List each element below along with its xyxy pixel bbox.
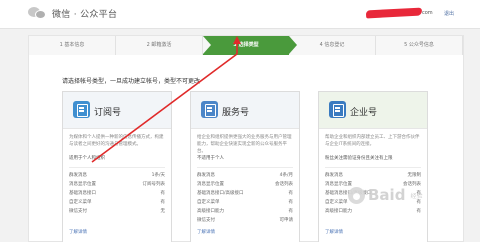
feature-name: 微信支付 — [69, 209, 87, 214]
feature-name: 基础消息接口 — [69, 191, 96, 196]
feature-value: 订阅号列表 — [142, 182, 166, 187]
card-service[interactable]: 服务号 给企业和组织提供更强大的业务服务与用户管理能力，帮助企业快速实现全新的公… — [190, 91, 300, 242]
step-progress: 1 基本信息 2 邮箱激活 3 选择类型 4 信息登记 5 公众号信息 — [29, 36, 463, 55]
username-suffix: com — [422, 10, 433, 16]
redacted-username — [365, 7, 423, 19]
feature-value: 会话列表 — [275, 182, 293, 187]
card-description: 为媒体和个人提供一种新的信息传播方式，构建与读者之间更好的沟通与管理模式。 — [69, 135, 164, 147]
feature-name: 消息显示位置 — [197, 182, 224, 187]
feature-row: 微信支付 无 — [69, 208, 165, 216]
card-title: 企业号 — [350, 108, 378, 118]
baidu-watermark: Baid 经验 — [348, 186, 422, 204]
step-account-info: 5 公众号信息 — [376, 36, 463, 55]
card-suitability: 适用于个人和组织 — [69, 156, 105, 161]
card-subscription[interactable]: 订阅号 为媒体和个人提供一种新的信息传播方式，构建与读者之间更好的沟通与管理模式… — [62, 91, 172, 242]
watermark-sub: 经验 — [410, 192, 423, 200]
feature-row: 消息显示位置 订阅号列表 — [69, 181, 165, 189]
paw-icon — [348, 186, 365, 204]
divider — [197, 167, 293, 168]
feature-name: 群发消息 — [325, 173, 343, 178]
feature-value: 1条/天 — [151, 173, 165, 178]
feature-value: 有 — [288, 191, 294, 196]
feature-row: 群发消息 4条/月 — [197, 172, 293, 180]
card-title: 订阅号 — [94, 108, 122, 118]
card-suitability: 粉丝关注需验证身份且关注有上限 — [325, 156, 393, 161]
wechat-logo-icon — [28, 6, 48, 20]
watermark-text: Baid — [368, 186, 406, 204]
feature-value: 有 — [416, 209, 422, 214]
feature-name: 高级接口能力 — [325, 209, 352, 214]
top-bar: 微信 · 公众平台 com 退出 — [0, 0, 480, 29]
step-email-activation: 2 邮箱激活 — [116, 36, 203, 55]
card-title: 服务号 — [222, 108, 250, 118]
feature-name: 高级接口能力 — [197, 209, 224, 214]
feature-value: 可申请 — [279, 218, 294, 223]
feature-value: 有 — [160, 200, 166, 205]
feature-name: 群发消息 — [197, 173, 215, 178]
document-icon — [201, 101, 218, 118]
feature-name: 微信支付 — [197, 218, 215, 223]
feature-row: 自定义菜单 有 — [197, 199, 293, 207]
page-heading: 请选择帐号类型，一旦成功建立帐号，类型不可更改 — [62, 78, 201, 85]
feature-row: 群发消息 1条/天 — [69, 172, 165, 180]
feature-value: 无 — [160, 209, 166, 214]
feature-row: 高级接口能力 有 — [197, 208, 293, 216]
card-header: 订阅号 — [63, 92, 171, 129]
learn-more-link[interactable]: 了解详情 — [197, 229, 215, 235]
logout-link[interactable]: 退出 — [444, 10, 454, 17]
feature-value: 有 — [160, 191, 166, 196]
building-icon — [329, 101, 346, 118]
feature-row: 高级接口能力 有 — [325, 208, 421, 216]
wechat-logo[interactable]: 微信 · 公众平台 — [28, 6, 117, 20]
card-description: 帮助企业和组织内部建立员工、上下游合作伙伴与企业IT系统间的连接。 — [325, 135, 420, 147]
feature-row: 微信支付 可申请 — [197, 217, 293, 225]
registration-panel: 1 基本信息 2 邮箱激活 3 选择类型 4 信息登记 5 公众号信息 请选择帐… — [28, 35, 464, 242]
step-select-type: 3 选择类型 — [203, 36, 297, 55]
feature-value: 有 — [288, 200, 294, 205]
feature-row: 群发消息 无限制 — [325, 172, 421, 180]
feature-row: 消息显示位置 会话列表 — [197, 181, 293, 189]
feature-name: 自定义菜单 — [325, 200, 348, 205]
card-header: 企业号 — [319, 92, 427, 129]
app-title: 微信 · 公众平台 — [52, 9, 118, 20]
card-enterprise[interactable]: 企业号 帮助企业和组织内部建立员工、上下游合作伙伴与企业IT系统间的连接。 粉丝… — [318, 91, 428, 242]
divider — [69, 167, 165, 168]
card-description: 给企业和组织提供更强大的业务服务与用户管理能力，帮助企业快速实现全新的公众号服务… — [197, 135, 292, 154]
learn-more-link[interactable]: 了解详情 — [69, 229, 87, 235]
feature-value: 4条/月 — [279, 173, 293, 178]
feature-row: 基础消息接口 有 — [69, 190, 165, 198]
feature-name: 自定义菜单 — [197, 200, 220, 205]
step-info-registration: 4 信息登记 — [289, 36, 376, 55]
learn-more-link[interactable]: 了解详情 — [325, 229, 343, 235]
feature-value: 有 — [288, 209, 294, 214]
step-basic-info: 1 基本信息 — [29, 36, 116, 55]
feature-row: 自定义菜单 有 — [69, 199, 165, 207]
feature-name: 基础消息接口/高级接口 — [197, 191, 244, 196]
divider — [325, 167, 421, 168]
card-header: 服务号 — [191, 92, 299, 129]
feature-name: 群发消息 — [69, 173, 87, 178]
feature-row: 基础消息接口/高级接口 有 — [197, 190, 293, 198]
document-icon — [73, 101, 90, 118]
card-suitability: 不适用于个人 — [197, 156, 224, 161]
feature-value: 无限制 — [407, 173, 422, 178]
feature-name: 自定义菜单 — [69, 200, 92, 205]
feature-name: 消息显示位置 — [69, 182, 96, 187]
